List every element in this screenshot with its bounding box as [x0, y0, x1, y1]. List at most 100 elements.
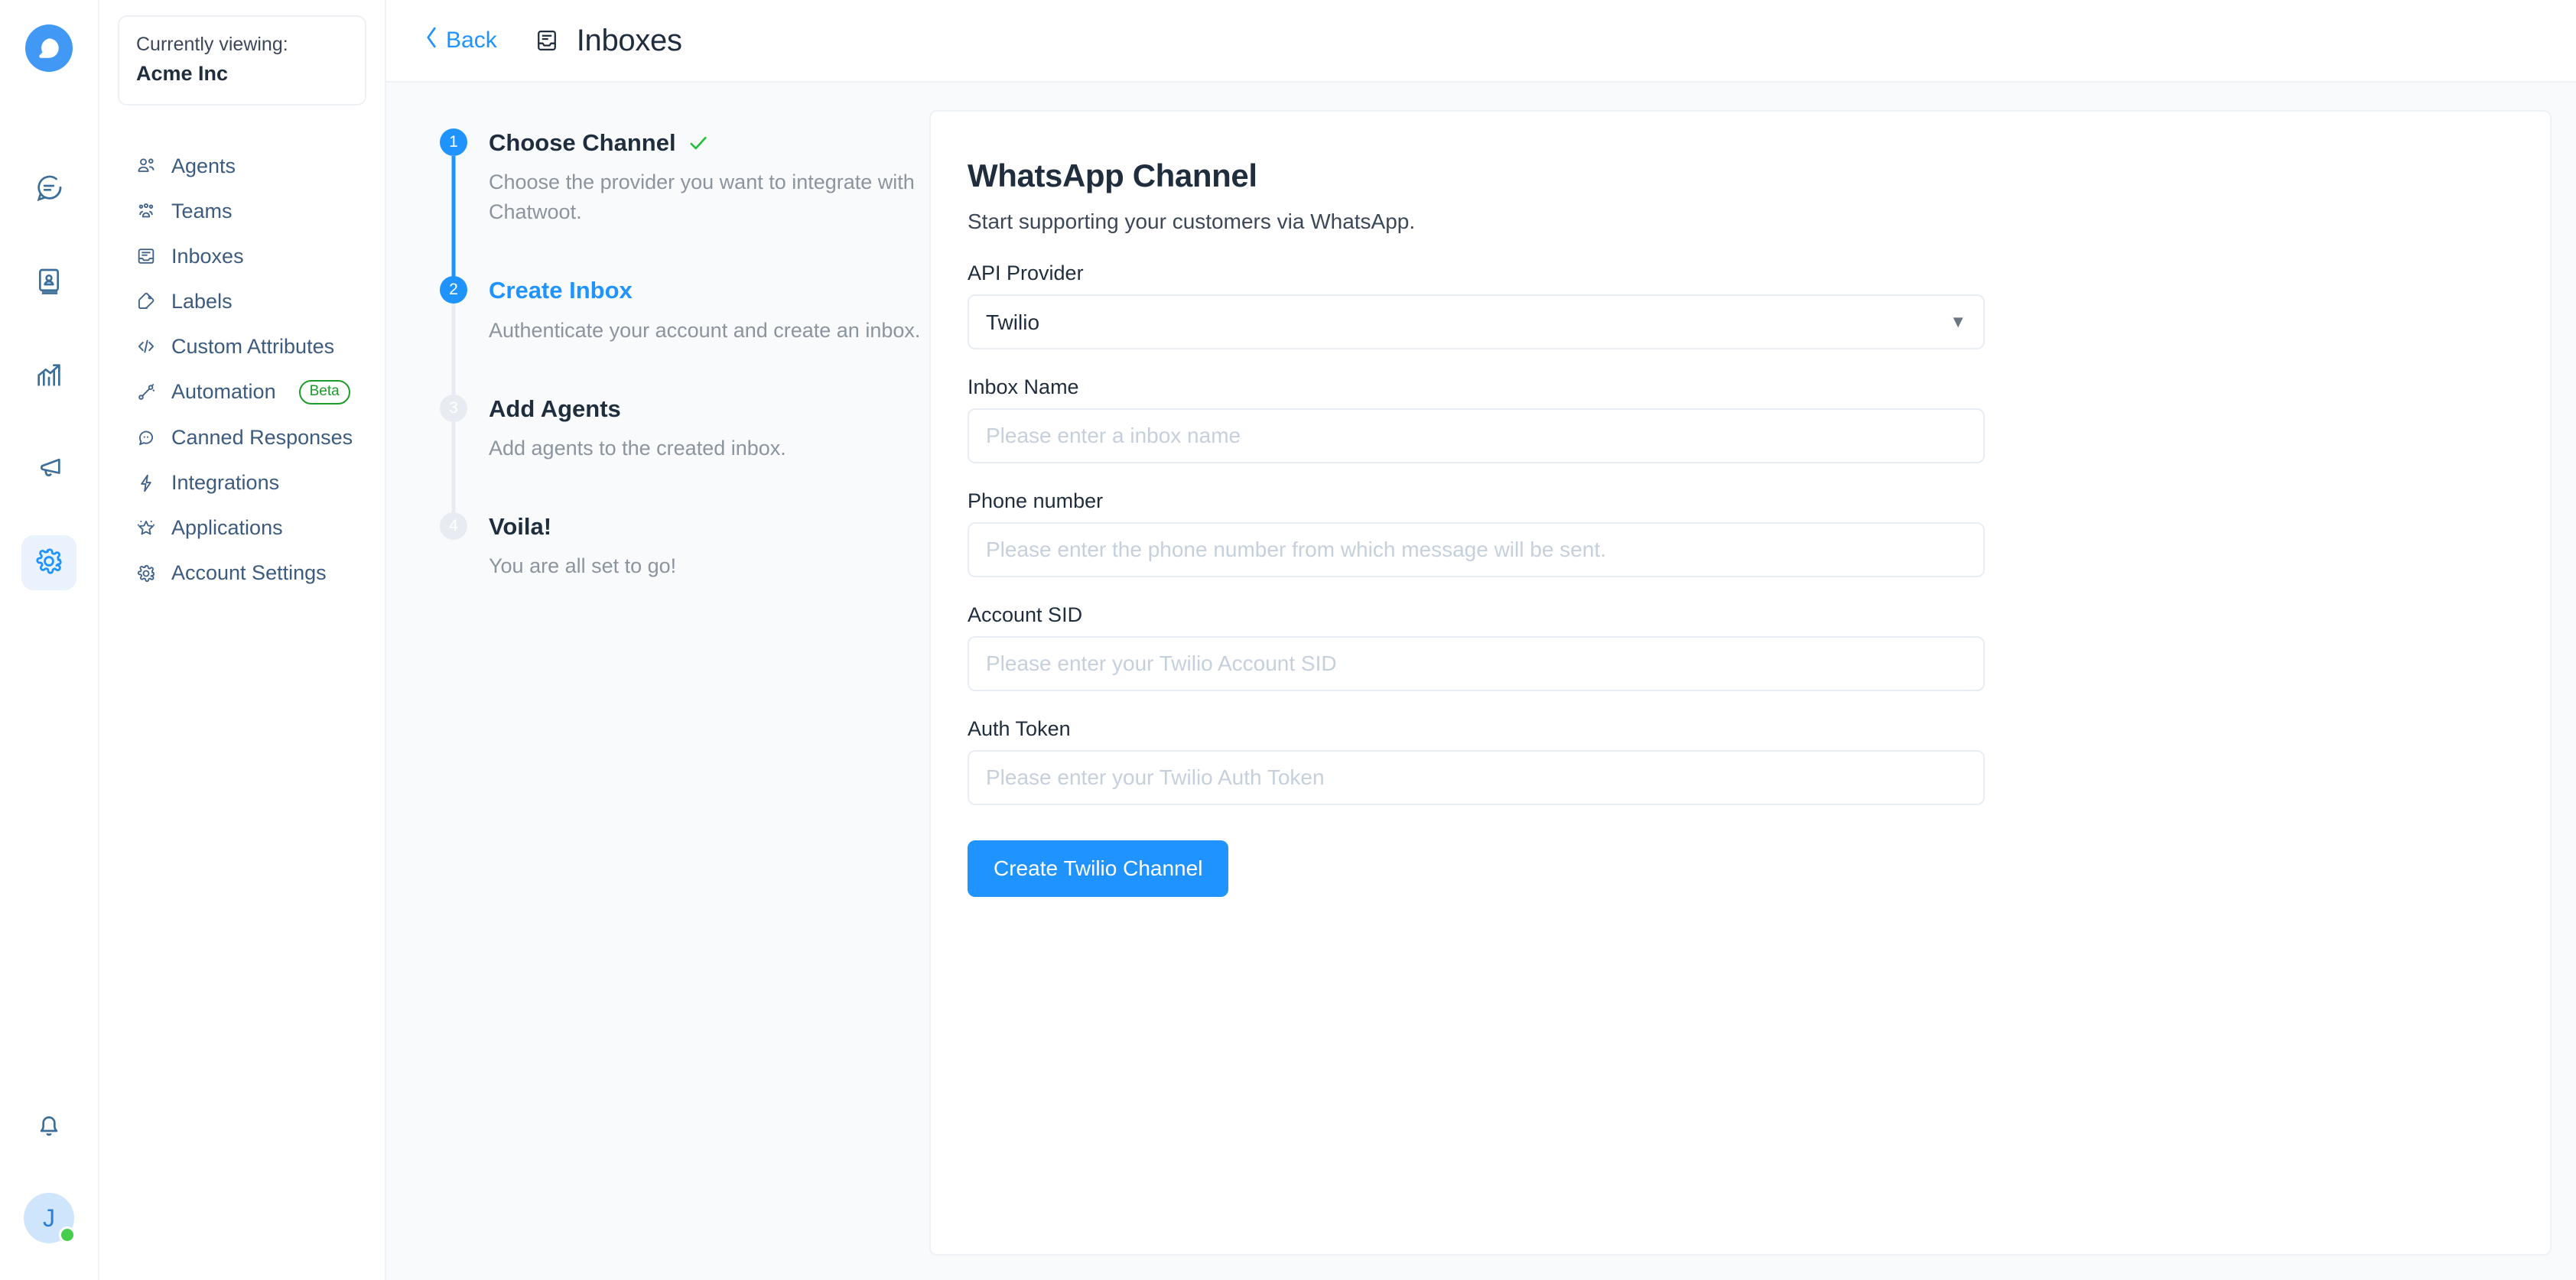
account-switcher-name: Acme Inc: [136, 61, 229, 85]
rail-item-contacts[interactable]: [21, 255, 76, 310]
step-title-row: Add Agents: [489, 395, 929, 423]
page-title-group: Inboxes: [534, 24, 682, 58]
back-button[interactable]: Back: [423, 24, 497, 57]
whatsapp-channel-form: API Provider Twilio ▼ Inbox Name Please …: [968, 262, 2550, 897]
setup-wizard: 1 Choose Channel Choose the provider you…: [386, 110, 929, 1256]
step-description: You are all set to go!: [489, 554, 677, 578]
sidebar-item-canned-responses[interactable]: Canned Responses: [118, 415, 366, 460]
rail-icon-list: [21, 162, 76, 590]
main-content: Back Inboxes 1 Choose Channel Choose the…: [386, 0, 2576, 1280]
rail-item-conversations[interactable]: [21, 162, 76, 217]
inbox-name-label: Inbox Name: [968, 375, 1079, 398]
inbox-icon: [135, 245, 158, 268]
step-number: 3: [440, 394, 467, 422]
users-icon: [135, 154, 158, 177]
sidebar-item-label: Automation: [171, 380, 276, 404]
account-sid-label: Account SID: [968, 603, 1083, 626]
chatwoot-logo-icon[interactable]: [25, 24, 73, 72]
field-auth-token: Auth Token: [968, 717, 2550, 805]
page-title: Inboxes: [576, 23, 682, 57]
sidebar-item-label: Inboxes: [171, 244, 244, 268]
sidebar-item-label: Labels: [171, 289, 233, 313]
sidebar-item-label: Canned Responses: [171, 426, 353, 450]
api-provider-label: API Provider: [968, 262, 1084, 284]
wizard-step-choose-channel: 1 Choose Channel Choose the provider you…: [440, 128, 929, 278]
flow-icon: [135, 381, 158, 404]
sidebar-item-agents[interactable]: Agents: [118, 144, 366, 189]
step-rail: 2: [440, 276, 467, 396]
step-description: Choose the provider you want to integrat…: [489, 171, 915, 224]
step-body: Voila! You are all set to go!: [489, 512, 929, 630]
field-api-provider: API Provider Twilio ▼: [968, 262, 2550, 349]
step-number: 2: [440, 276, 467, 304]
create-twilio-channel-button[interactable]: Create Twilio Channel: [968, 840, 1229, 897]
field-phone-number: Phone number: [968, 489, 2550, 577]
step-description: Authenticate your account and create an …: [489, 318, 921, 342]
avatar-initial: J: [43, 1204, 55, 1232]
sidebar-item-custom-attributes[interactable]: Custom Attributes: [118, 324, 366, 369]
rail-item-reports[interactable]: [21, 349, 76, 404]
sidebar-item-labels[interactable]: Labels: [118, 279, 366, 324]
sidebar-item-applications[interactable]: Applications: [118, 505, 366, 551]
sidebar-item-account-settings[interactable]: Account Settings: [118, 551, 366, 596]
step-title-row: Choose Channel: [489, 128, 929, 157]
step-description: Add agents to the created inbox.: [489, 436, 786, 460]
step-body: Create Inbox Authenticate your account a…: [489, 276, 929, 394]
page-body: 1 Choose Channel Choose the provider you…: [386, 83, 2576, 1280]
api-provider-select[interactable]: Twilio: [968, 294, 1985, 349]
beta-badge: Beta: [298, 379, 350, 405]
sidebar-item-automation[interactable]: Automation Beta: [118, 369, 366, 416]
phone-number-label: Phone number: [968, 489, 1104, 512]
wizard-step-add-agents: 3 Add Agents Add agents to the created i…: [440, 394, 929, 515]
step-connector: [451, 156, 456, 278]
gear-icon: [135, 562, 158, 585]
sidebar-item-label: Account Settings: [171, 561, 327, 585]
sidebar-item-label: Agents: [171, 154, 236, 177]
sidebar-item-integrations[interactable]: Integrations: [118, 460, 366, 505]
step-number: 4: [440, 512, 467, 541]
step-title: Create Inbox: [489, 277, 633, 304]
back-button-label: Back: [446, 28, 497, 53]
inbox-icon: [534, 28, 560, 54]
avatar[interactable]: J: [24, 1193, 76, 1243]
gear-icon: [33, 545, 65, 581]
step-rail: 3: [440, 394, 467, 515]
wizard-step-create-inbox: 2 Create Inbox Authenticate your account…: [440, 276, 929, 396]
page-header: Back Inboxes: [386, 0, 2576, 83]
notifications-button[interactable]: [21, 1100, 76, 1155]
primary-nav-rail: J: [0, 0, 99, 1280]
phone-number-input[interactable]: [968, 522, 1985, 577]
field-account-sid: Account SID: [968, 603, 2550, 691]
step-number: 1: [440, 128, 467, 156]
rail-bottom-group: J: [0, 1100, 98, 1243]
inbox-name-input[interactable]: [968, 408, 1985, 463]
account-sid-input[interactable]: [968, 636, 1985, 691]
star-burst-icon: [135, 517, 158, 540]
account-switcher-label: Currently viewing:: [136, 34, 288, 55]
sidebar-item-teams[interactable]: Teams: [118, 189, 366, 234]
wizard-step-voila: 4 Voila! You are all set to go!: [440, 512, 929, 630]
chart-trending-icon: [34, 359, 64, 394]
auth-token-input[interactable]: [968, 750, 1985, 805]
step-body: Choose Channel Choose the provider you w…: [489, 128, 929, 276]
tag-icon: [135, 290, 158, 313]
presence-indicator: [59, 1226, 76, 1243]
check-icon: [687, 132, 710, 154]
sidebar-item-label: Custom Attributes: [171, 334, 335, 358]
step-rail: 4: [440, 512, 467, 630]
step-connector: [451, 421, 456, 515]
api-provider-select-wrap: Twilio ▼: [968, 294, 1985, 349]
sidebar-item-label: Teams: [171, 199, 233, 223]
field-inbox-name: Inbox Name: [968, 375, 2550, 463]
megaphone-icon: [34, 453, 64, 487]
step-title-row: Voila!: [489, 512, 929, 541]
step-title: Choose Channel: [489, 129, 676, 156]
sidebar-item-inboxes[interactable]: Inboxes: [118, 234, 366, 279]
account-switcher[interactable]: Currently viewing: Acme Inc: [118, 15, 366, 106]
rail-item-campaigns[interactable]: [21, 442, 76, 497]
contact-book-icon: [34, 266, 64, 301]
team-icon: [135, 200, 158, 223]
rail-item-settings[interactable]: [21, 535, 76, 590]
step-title: Voila!: [489, 513, 552, 541]
auth-token-label: Auth Token: [968, 717, 1071, 740]
